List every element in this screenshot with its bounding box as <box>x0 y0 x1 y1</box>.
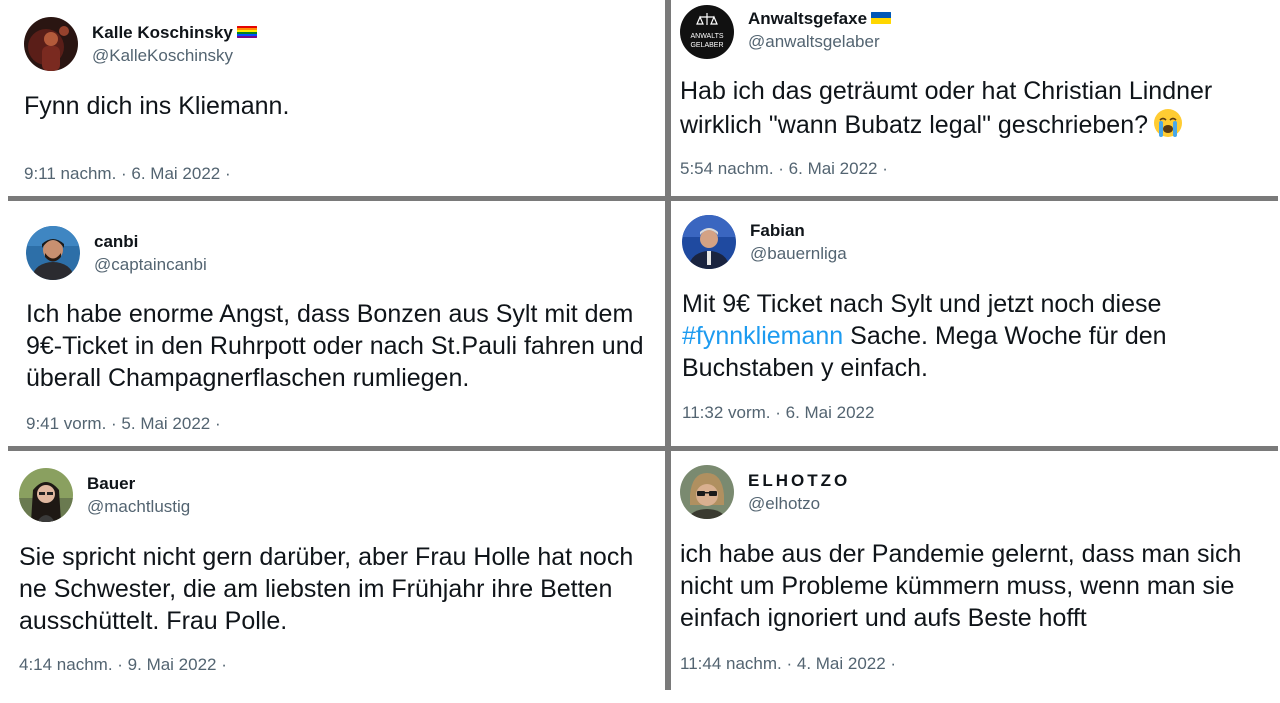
avatar-text-top: ANWALTS <box>690 33 723 40</box>
loudly-crying-face-icon <box>1152 107 1184 139</box>
author-handle[interactable]: @KalleKoschinsky <box>92 46 233 66</box>
tweet-timestamp[interactable]: 9:11 nachm. · 6. Mai 2022 · <box>24 164 231 184</box>
rainbow-flag-icon <box>236 25 257 39</box>
author-name[interactable]: ELHOTZO <box>748 471 850 491</box>
tweet-timestamp[interactable]: 11:32 vorm. · 6. Mai 2022 <box>682 403 874 423</box>
hashtag-link[interactable]: #fynnkliemann <box>682 322 843 350</box>
author-name-text[interactable]: Kalle Koschinsky <box>92 23 233 42</box>
tweet-text: Hab ich das geträumt oder hat Christian … <box>680 75 1270 141</box>
horizontal-divider-bottom <box>8 446 1278 451</box>
author-handle[interactable]: @machtlustig <box>87 497 190 517</box>
tweet-text-content: Hab ich das geträumt oder hat Christian … <box>680 77 1213 139</box>
avatar[interactable] <box>680 465 734 519</box>
vertical-divider <box>665 0 671 690</box>
tweet-text-part: Mit 9€ Ticket nach Sylt und jetzt noch d… <box>682 290 1162 318</box>
tweet-text: ich habe aus der Pandemie gelernt, dass … <box>680 540 1242 632</box>
tweet-text: Sie spricht nicht gern darüber, aber Fra… <box>19 543 634 635</box>
ukraine-flag-icon <box>871 11 892 25</box>
avatar[interactable] <box>26 226 80 280</box>
author-name[interactable]: Bauer <box>87 474 135 494</box>
avatar[interactable] <box>24 17 78 71</box>
author-handle[interactable]: @captaincanbi <box>94 255 207 275</box>
horizontal-divider-top <box>8 196 1278 201</box>
tweet-text: Ich habe enorme Angst, dass Bonzen aus S… <box>26 300 644 392</box>
author-name[interactable]: Fabian <box>750 221 805 241</box>
tweet-timestamp[interactable]: 11:44 nachm. · 4. Mai 2022 · <box>680 654 896 674</box>
author-name[interactable]: Anwaltsgefaxe <box>748 9 892 29</box>
tweet-text: Fynn dich ins Kliemann. <box>24 92 290 120</box>
author-name[interactable]: canbi <box>94 232 138 252</box>
tweet-timestamp[interactable]: 4:14 nachm. · 9. Mai 2022 · <box>19 655 227 675</box>
author-name-text[interactable]: Anwaltsgefaxe <box>748 9 867 28</box>
author-handle[interactable]: @bauernliga <box>750 244 847 264</box>
avatar[interactable] <box>19 468 73 522</box>
tweet-timestamp[interactable]: 5:54 nachm. · 6. Mai 2022 · <box>680 159 888 179</box>
avatar[interactable] <box>682 215 736 269</box>
tweet-timestamp[interactable]: 9:41 vorm. · 5. Mai 2022 · <box>26 414 221 434</box>
avatar-text-bottom: GELABER <box>690 42 723 49</box>
tweet-text: Mit 9€ Ticket nach Sylt und jetzt noch d… <box>682 288 1242 384</box>
author-handle[interactable]: @elhotzo <box>748 494 820 514</box>
author-name[interactable]: Kalle Koschinsky <box>92 23 257 43</box>
avatar[interactable]: ANWALTS GELABER <box>680 5 734 59</box>
author-handle[interactable]: @anwaltsgelaber <box>748 32 880 52</box>
